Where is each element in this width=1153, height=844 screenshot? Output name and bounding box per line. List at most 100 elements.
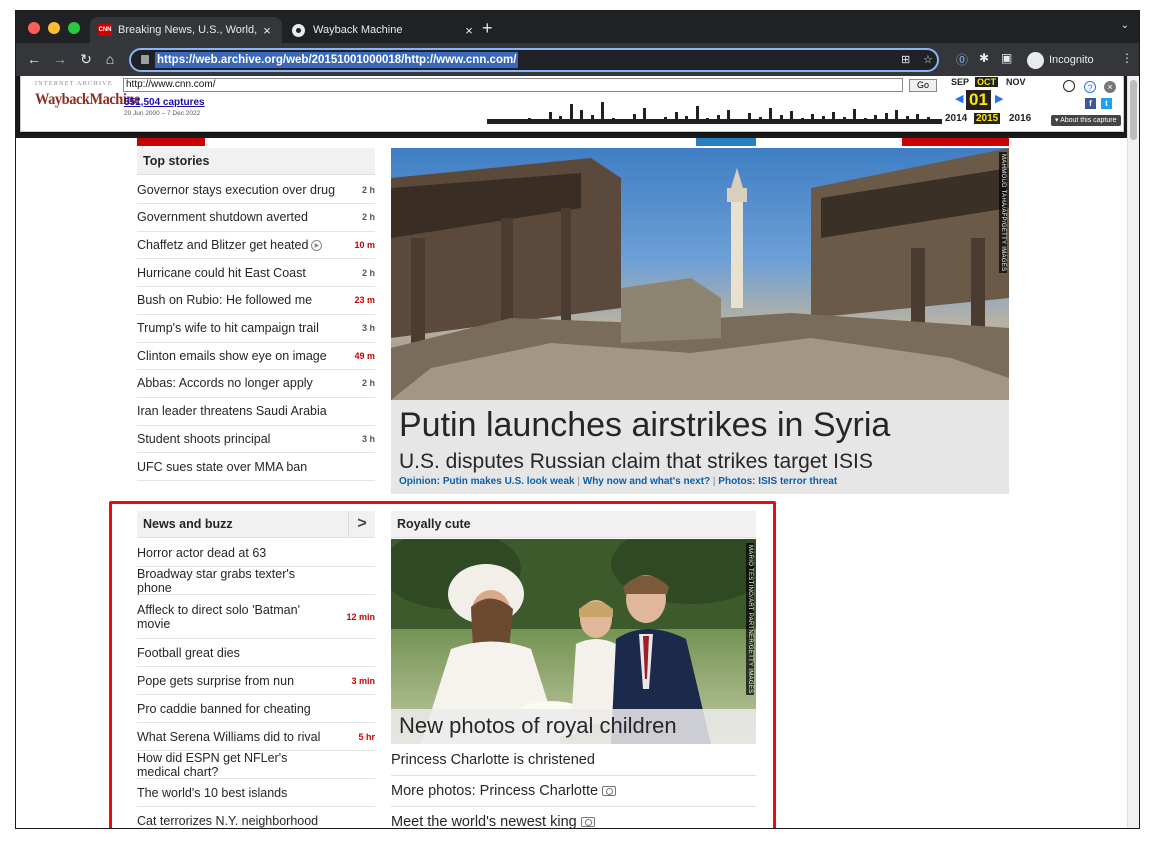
sparkline-bar: [685, 116, 688, 124]
close-tab-icon[interactable]: ×: [260, 23, 274, 38]
month-prev[interactable]: SEP: [951, 77, 969, 87]
capture-date-range: 20 Jun 2000 – 7 Dec 2022: [124, 110, 201, 117]
play-video-icon: ▶: [311, 240, 323, 252]
sparkline-bar: [548, 112, 552, 124]
year-current: 2015: [974, 113, 1001, 124]
extensions-puzzle-icon[interactable]: ✱: [979, 51, 989, 65]
minimize-window-button[interactable]: [48, 22, 60, 34]
side-panel-icon[interactable]: ▣: [1001, 51, 1012, 65]
sparkline-bar: [884, 113, 888, 124]
browser-toolbar: ← → ↻ ⌂ https://web.archive.org/web/2015…: [16, 43, 1139, 76]
page-viewport: INTERNET ARCHIVE WaybackMachine http://w…: [16, 76, 1139, 828]
go-button[interactable]: Go: [909, 79, 937, 92]
lock-icon: [141, 55, 149, 64]
top-story-item[interactable]: Trump's wife to hit campaign trail 3 h: [137, 315, 375, 343]
story-timestamp: 2 h: [361, 267, 375, 278]
incognito-label: Incognito: [1049, 54, 1094, 66]
sparkline-bar: [895, 110, 898, 124]
sparkline-bar: [622, 120, 625, 124]
hero-related-links: Opinion: Putin makes U.S. look weak | Wh…: [399, 476, 838, 487]
top-story-item[interactable]: UFC sues state over MMA ban: [137, 453, 375, 481]
tab-title: Breaking News, U.S., World, W: [118, 24, 260, 36]
hero-subheadline[interactable]: U.S. disputes Russian claim that strikes…: [399, 450, 873, 474]
forward-arrow-icon[interactable]: →: [50, 49, 70, 69]
tab-wayback[interactable]: Wayback Machine ×: [284, 17, 484, 43]
sparkline-bar: [695, 106, 699, 124]
story-text: Abbas: Accords no longer apply: [137, 376, 313, 391]
top-story-item[interactable]: Abbas: Accords no longer apply 2 h: [137, 370, 375, 398]
sparkline-bar: [916, 114, 919, 124]
year-next[interactable]: 2016: [1009, 113, 1031, 124]
top-story-item[interactable]: Iran leader threatens Saudi Arabia: [137, 398, 375, 426]
top-story-item[interactable]: Governor stays execution over drug 2 h: [137, 176, 375, 204]
close-window-button[interactable]: [28, 22, 40, 34]
sparkline-bar: [758, 117, 762, 124]
captures-link[interactable]: 551,504 captures: [124, 97, 205, 108]
incognito-indicator[interactable]: Incognito: [1027, 50, 1094, 70]
year-prev[interactable]: 2014: [945, 113, 967, 124]
top-story-item[interactable]: Government shutdown averted 2 h: [137, 204, 375, 232]
address-bar[interactable]: https://web.archive.org/web/201510010000…: [129, 48, 939, 72]
top-story-item[interactable]: Bush on Rubio: He followed me 23 m: [137, 287, 375, 315]
next-capture-arrow-icon[interactable]: ▶: [995, 92, 1003, 105]
new-tab-button[interactable]: +: [482, 18, 493, 39]
sparkline-bar: [769, 108, 772, 124]
maximize-window-button[interactable]: [68, 22, 80, 34]
story-headline: Chaffetz and Blitzer get heated ▶: [137, 238, 345, 252]
month-next[interactable]: NOV: [1006, 77, 1026, 87]
close-tab-icon[interactable]: ×: [462, 23, 476, 38]
story-text: UFC sues state over MMA ban: [137, 459, 308, 474]
tab-cnn[interactable]: CNN Breaking News, U.S., World, W ×: [90, 17, 282, 43]
photo-credit: MAHMOUD TAHA/AFP/GETTY IMAGES: [999, 152, 1007, 274]
sparkline-bar: [527, 118, 531, 124]
story-headline: Bush on Rubio: He followed me: [137, 293, 345, 307]
nav-accent: [137, 138, 205, 146]
tab-search-icon[interactable]: ⌄: [1121, 20, 1129, 31]
facebook-icon[interactable]: f: [1085, 98, 1096, 109]
page-scrollbar[interactable]: [1127, 76, 1139, 828]
menu-dots-icon[interactable]: ⋮: [1121, 51, 1133, 65]
top-story-item[interactable]: Clinton emails show eye on image 49 m: [137, 342, 375, 371]
hero-link[interactable]: Why now and what's next?: [583, 476, 710, 487]
install-app-icon[interactable]: ⊞: [901, 53, 910, 66]
hero-image[interactable]: MAHMOUD TAHA/AFP/GETTY IMAGES: [391, 148, 1009, 400]
url-text[interactable]: https://web.archive.org/web/201510010000…: [155, 52, 519, 68]
sparkline-bar: [611, 118, 615, 124]
highlight-box: [109, 501, 776, 828]
home-icon[interactable]: ⌂: [100, 49, 120, 69]
hero-link[interactable]: Photos: ISIS terror threat: [718, 476, 837, 487]
hero-caption: Putin launches airstrikes in Syria U.S. …: [391, 400, 1009, 494]
story-timestamp: 2 h: [361, 378, 375, 389]
sparkline-bar: [569, 104, 573, 124]
twitter-icon[interactable]: t: [1101, 98, 1112, 109]
internet-archive-label: INTERNET ARCHIVE: [35, 81, 113, 87]
account-icon[interactable]: [1063, 80, 1075, 92]
story-text: Bush on Rubio: He followed me: [137, 293, 313, 308]
bookmark-star-icon[interactable]: ☆: [923, 53, 933, 66]
back-arrow-icon[interactable]: ←: [24, 49, 44, 69]
sparkline-bar: [863, 118, 867, 124]
story-headline: UFC sues state over MMA ban: [137, 460, 345, 474]
hero-link[interactable]: Opinion: Putin makes U.S. look weak: [399, 476, 575, 487]
top-story-item[interactable]: Hurricane could hit East Coast 2 h: [137, 259, 375, 288]
close-toolbar-icon[interactable]: ×: [1104, 81, 1116, 93]
wayback-url-input[interactable]: http://www.cnn.com/: [123, 78, 903, 92]
scrollbar-thumb[interactable]: [1130, 80, 1137, 140]
top-story-item[interactable]: Student shoots principal 3 h: [137, 425, 375, 454]
wayback-favicon-icon: [292, 23, 305, 37]
top-story-item[interactable]: Chaffetz and Blitzer get heated ▶ 10 m: [137, 231, 375, 260]
about-capture-button[interactable]: ▾ About this capture: [1051, 115, 1121, 126]
sparkline-bar: [716, 115, 720, 124]
capture-sparkline[interactable]: [487, 94, 942, 124]
prev-capture-arrow-icon[interactable]: ◀: [955, 92, 963, 105]
extension-icon[interactable]: ⓪: [956, 51, 968, 68]
help-icon[interactable]: ?: [1084, 81, 1096, 93]
story-headline: Clinton emails show eye on image: [137, 349, 345, 363]
month-current: OCT: [975, 77, 998, 87]
nav-accent: [902, 138, 1009, 146]
sparkline-bar: [790, 111, 793, 124]
reload-icon[interactable]: ↻: [76, 49, 96, 69]
story-timestamp: 23 m: [354, 295, 375, 306]
sparkline-bar: [538, 120, 541, 124]
hero-headline[interactable]: Putin launches airstrikes in Syria: [399, 406, 890, 445]
